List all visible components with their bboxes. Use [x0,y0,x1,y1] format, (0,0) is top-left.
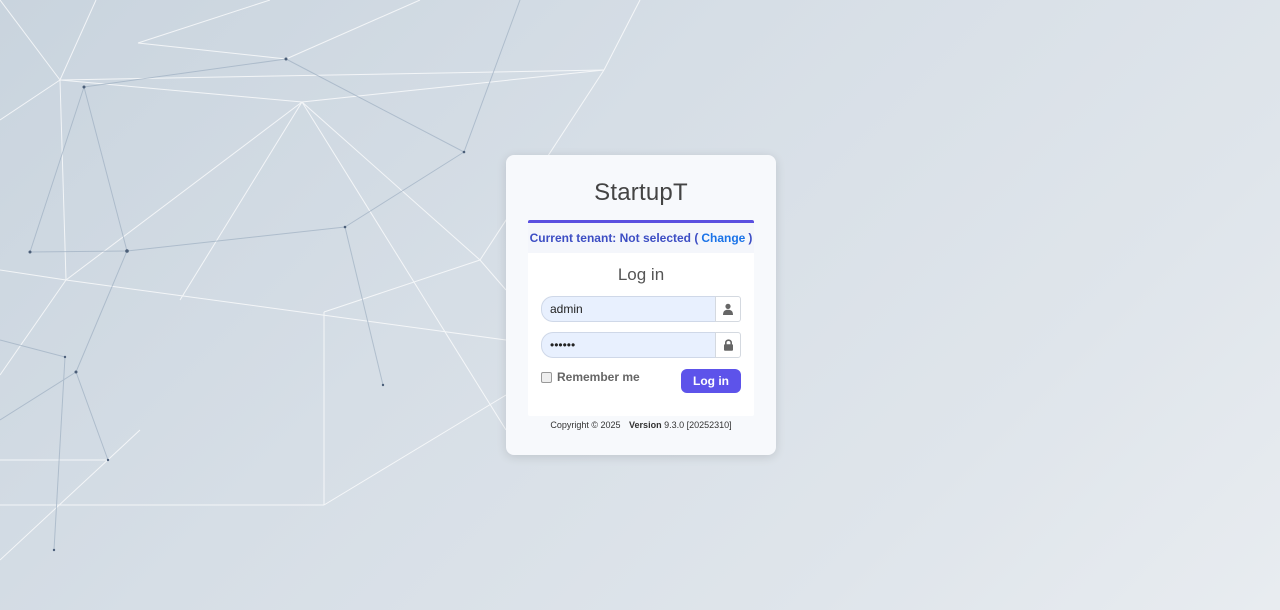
remember-me-label: Remember me [557,370,640,384]
login-button[interactable]: Log in [681,369,741,393]
login-panel: Current tenant: Not selected ( Change ) … [528,220,754,416]
version-value: 9.3.0 [20252310] [664,420,732,430]
remember-me-checkbox[interactable] [541,371,552,383]
tenant-bar: Current tenant: Not selected ( Change ) [528,223,754,253]
username-input[interactable] [541,296,715,322]
remember-me[interactable]: Remember me [541,370,640,384]
tenant-status-text: Current tenant: Not selected ( [529,231,699,245]
user-icon [715,296,741,322]
lock-icon [715,332,741,358]
password-field-group [541,332,741,358]
password-input[interactable] [541,332,715,358]
version-label: Version [629,420,662,430]
login-heading: Log in [617,265,665,284]
app-title: StartupT [594,179,688,206]
change-tenant-link[interactable]: Change [701,231,745,245]
footer-copyright: Copyright © 2025 Version 9.3.0 [20252310… [506,420,776,430]
tenant-status-suffix: ) [748,231,753,245]
login-card: StartupT Current tenant: Not selected ( … [506,155,776,455]
copyright-text: Copyright © 2025 [550,420,621,430]
username-field-group [541,296,741,322]
